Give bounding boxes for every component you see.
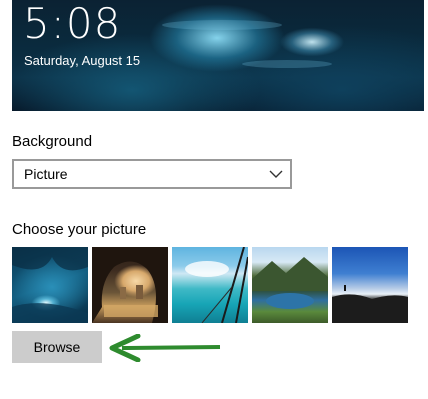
picture-thumbnails — [12, 247, 412, 323]
mountain-lake-image — [252, 257, 328, 309]
beach-cave-image — [92, 247, 168, 323]
preview-date: Saturday, August 15 — [24, 53, 141, 68]
turquoise-sea-image — [185, 247, 248, 323]
choose-picture-label: Choose your picture — [12, 221, 147, 238]
preview-light-streak — [242, 60, 332, 68]
thumbnail-cliff-sky[interactable] — [332, 247, 408, 323]
ice-cave-image — [12, 247, 88, 323]
thumbnail-beach-cave-arch[interactable] — [92, 247, 168, 323]
background-dropdown[interactable]: Picture — [12, 159, 292, 189]
browse-button[interactable]: Browse — [12, 331, 102, 363]
thumbnail-ice-cave[interactable] — [12, 247, 88, 323]
preview-clock: 5:08 — [23, 0, 122, 48]
lockscreen-preview: 5:08 Saturday, August 15 — [12, 0, 424, 111]
thumbnail-turquoise-sea-sail[interactable] — [172, 247, 248, 323]
background-label: Background — [12, 133, 93, 150]
preview-light-streak — [162, 20, 282, 30]
cliff-sky-image — [332, 285, 408, 323]
background-dropdown-value: Picture — [24, 166, 68, 182]
thumbnail-mountain-lake[interactable] — [252, 247, 328, 323]
chevron-down-icon — [269, 170, 283, 178]
left-arrow-icon — [109, 334, 221, 362]
